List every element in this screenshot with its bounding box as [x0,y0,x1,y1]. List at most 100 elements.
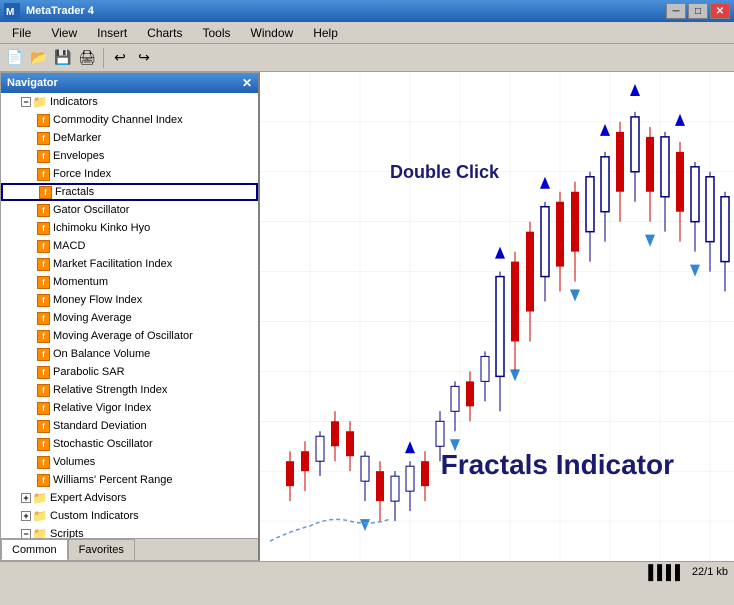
nav-item-mfi[interactable]: f Market Facilitation Index [1,255,258,273]
indicator-f-icon: f [37,294,50,307]
indicators-label: Indicators [50,96,98,108]
restore-button[interactable]: □ [688,3,708,19]
nav-item-force[interactable]: f Force Index [1,165,258,183]
nav-label-fractals: Fractals [55,186,94,198]
nav-item-moneyflow[interactable]: f Money Flow Index [1,291,258,309]
nav-label-gator: Gator Oscillator [53,204,129,216]
indicator-f-icon: f [37,204,50,217]
menu-window[interactable]: Window [243,24,302,42]
indicator-f-icon: f [37,312,50,325]
menu-help[interactable]: Help [305,24,346,42]
nav-item-psar[interactable]: f Parabolic SAR [1,363,258,381]
indicator-f-icon: f [37,420,50,433]
nav-item-obv[interactable]: f On Balance Volume [1,345,258,363]
nav-item-momentum[interactable]: f Momentum [1,273,258,291]
menu-insert[interactable]: Insert [89,24,135,42]
nav-item-ichimoku[interactable]: f Ichimoku Kinko Hyo [1,219,258,237]
expert-advisors-icon: 📁 [33,491,47,505]
menu-charts[interactable]: Charts [139,24,190,42]
double-click-label: Double Click [390,162,499,183]
nav-item-volumes[interactable]: f Volumes [1,453,258,471]
indicators-folder-icon: 📁 [33,95,47,109]
minimize-button[interactable]: ─ [666,3,686,19]
menu-bar: File View Insert Charts Tools Window Hel… [0,22,734,44]
fractals-indicator-label: Fractals Indicator [441,449,674,481]
nav-label-ichimoku: Ichimoku Kinko Hyo [53,222,150,234]
close-button[interactable]: ✕ [710,3,730,19]
toolbar-new[interactable]: 📄 [4,47,26,69]
indicator-f-icon: f [37,402,50,415]
navigator-header: Navigator ✕ [1,73,258,93]
nav-label-ma: Moving Average [53,312,132,324]
chart-area[interactable]: Double Click Fractals Indicator [260,72,734,561]
nav-label-demarker: DeMarker [53,132,101,144]
indicator-f-icon: f [37,438,50,451]
toolbar-undo[interactable]: ↩ [109,47,131,69]
nav-item-rvi[interactable]: f Relative Vigor Index [1,399,258,417]
nav-label-envelopes: Envelopes [53,150,104,162]
nav-item-wpr[interactable]: f Williams' Percent Range [1,471,258,489]
nav-label-psar: Parabolic SAR [53,366,125,378]
nav-item-mao[interactable]: f Moving Average of Oscillator [1,327,258,345]
nav-label-mao: Moving Average of Oscillator [53,330,193,342]
nav-item-gator[interactable]: f Gator Oscillator [1,201,258,219]
nav-item-macd[interactable]: f MACD [1,237,258,255]
expand-scripts[interactable]: − [21,529,31,538]
expand-custom-indicators[interactable]: + [21,511,31,521]
toolbar-open[interactable]: 📂 [28,47,50,69]
indicator-f-icon: f [37,222,50,235]
indicator-f-icon: f [39,186,52,199]
menu-file[interactable]: File [4,24,39,42]
scripts-label: Scripts [50,528,84,538]
navigator-body[interactable]: − 📁 Indicators f Commodity Channel Index… [1,93,258,538]
nav-label-stddev: Standard Deviation [53,420,147,432]
toolbar-save[interactable]: 💾 [52,47,74,69]
nav-item-ma[interactable]: f Moving Average [1,309,258,327]
toolbar-print[interactable]: 🖨 [76,47,98,69]
bar-icon: ▌▌▌▌ [648,564,684,580]
window-controls: ─ □ ✕ [666,3,730,19]
nav-label-mfi: Market Facilitation Index [53,258,172,270]
menu-tools[interactable]: Tools [195,24,239,42]
nav-scripts-row[interactable]: − 📁 Scripts [1,525,258,538]
nav-label-volumes: Volumes [53,456,95,468]
nav-label-moneyflow: Money Flow Index [53,294,142,306]
nav-item-stddev[interactable]: f Standard Deviation [1,417,258,435]
nav-item-demarker[interactable]: f DeMarker [1,129,258,147]
nav-expert-advisors-row[interactable]: + 📁 Expert Advisors [1,489,258,507]
chart-svg [260,72,734,561]
nav-label-cci: Commodity Channel Index [53,114,183,126]
indicator-f-icon: f [37,330,50,343]
indicator-f-icon: f [37,240,50,253]
indicator-f-icon: f [37,276,50,289]
expand-indicators[interactable]: − [21,97,31,107]
app-icon: M [4,3,20,19]
tab-common[interactable]: Common [1,539,68,560]
nav-label-force: Force Index [53,168,111,180]
nav-indicators-row[interactable]: − 📁 Indicators [1,93,258,111]
nav-label-momentum: Momentum [53,276,108,288]
svg-text:M: M [6,7,14,18]
menu-view[interactable]: View [43,24,85,42]
toolbar-redo[interactable]: ↪ [133,47,155,69]
nav-label-wpr: Williams' Percent Range [53,474,172,486]
tab-favorites[interactable]: Favorites [68,539,135,560]
navigator-panel: Navigator ✕ − 📁 Indicators f Commodity C… [0,72,260,561]
nav-item-stoch[interactable]: f Stochastic Oscillator [1,435,258,453]
indicator-f-icon: f [37,150,50,163]
nav-item-fractals[interactable]: f Fractals [1,183,258,201]
expand-expert-advisors[interactable]: + [21,493,31,503]
nav-item-envelopes[interactable]: f Envelopes [1,147,258,165]
navigator-title: Navigator [7,77,58,89]
status-bar: ▌▌▌▌ 22/1 kb [0,561,734,581]
nav-custom-indicators-row[interactable]: + 📁 Custom Indicators [1,507,258,525]
expert-advisors-label: Expert Advisors [50,492,126,504]
indicator-f-icon: f [37,114,50,127]
nav-item-cci[interactable]: f Commodity Channel Index [1,111,258,129]
nav-label-rsi: Relative Strength Index [53,384,167,396]
scripts-icon: 📁 [33,527,47,538]
indicator-f-icon: f [37,474,50,487]
window-title: MetaTrader 4 [26,5,666,17]
navigator-close-btn[interactable]: ✕ [242,76,252,90]
nav-item-rsi[interactable]: f Relative Strength Index [1,381,258,399]
